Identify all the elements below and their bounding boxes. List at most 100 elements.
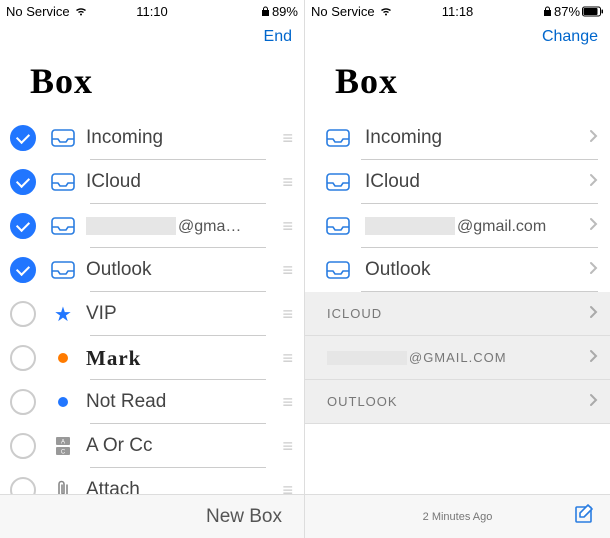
change-button[interactable]: Change xyxy=(542,28,598,46)
carrier-text: No Service xyxy=(6,4,70,19)
chevron-right-icon xyxy=(589,349,598,366)
tray-icon xyxy=(50,261,76,279)
drag-handle-icon[interactable]: ≡ xyxy=(282,128,292,149)
acc-icon: AC xyxy=(50,436,76,456)
mailbox-label: VIP xyxy=(86,303,282,325)
account-section[interactable]: @GMAIL.COM xyxy=(305,336,610,380)
drag-handle-icon[interactable]: ≡ xyxy=(282,304,292,325)
mailbox-row[interactable]: Not Read≡ xyxy=(0,380,304,424)
nav-bar: Change xyxy=(305,22,610,52)
mailbox-list: Incoming≡ICloud≡@gma…≡Outlook≡★VIP≡Mark≡… xyxy=(0,116,304,494)
footer-bar: 2 Minutes Ago xyxy=(305,494,610,538)
drag-handle-icon[interactable]: ≡ xyxy=(282,172,292,193)
tray-icon xyxy=(325,217,351,235)
chevron-right-icon xyxy=(589,129,598,148)
drag-handle-icon[interactable]: ≡ xyxy=(282,436,292,457)
new-box-button[interactable]: New Box xyxy=(0,506,304,528)
battery-icon xyxy=(582,6,604,17)
status-bar: No Service 11:10 89% xyxy=(0,0,304,22)
checkbox[interactable] xyxy=(10,433,36,459)
drag-handle-icon[interactable]: ≡ xyxy=(282,348,292,369)
chevron-right-icon xyxy=(589,305,598,322)
page-title: Box xyxy=(0,52,304,116)
section-label: OUTLOOK xyxy=(327,394,589,409)
mailbox-label: ICloud xyxy=(86,171,282,193)
checkbox[interactable] xyxy=(10,389,36,415)
star-icon: ★ xyxy=(50,302,76,327)
chevron-right-icon xyxy=(589,261,598,280)
carrier-text: No Service xyxy=(311,4,375,19)
mailbox-row[interactable]: ICloud xyxy=(305,160,610,204)
checkbox[interactable] xyxy=(10,169,36,195)
mailbox-label: Attach xyxy=(86,479,282,494)
mailbox-label: Mark xyxy=(86,346,282,371)
mailbox-label: A Or Cc xyxy=(86,435,282,457)
clock: 11:18 xyxy=(409,4,507,19)
battery-percent: 87% xyxy=(554,4,580,19)
mailbox-row[interactable]: Incoming≡ xyxy=(0,116,304,160)
mailbox-label: Incoming xyxy=(86,127,282,149)
checkbox[interactable] xyxy=(10,257,36,283)
clip-icon xyxy=(50,480,76,494)
drag-handle-icon[interactable]: ≡ xyxy=(282,260,292,281)
chevron-right-icon xyxy=(589,173,598,192)
account-section[interactable]: OUTLOOK xyxy=(305,380,610,424)
mailbox-label: Incoming xyxy=(365,127,589,149)
mailbox-row[interactable]: Outlook xyxy=(305,248,610,292)
footer-bar: New Box xyxy=(0,494,304,538)
clock: 11:10 xyxy=(103,4,200,19)
chevron-right-icon xyxy=(589,393,598,410)
drag-handle-icon[interactable]: ≡ xyxy=(282,216,292,237)
tray-icon xyxy=(325,173,351,191)
section-label: @GMAIL.COM xyxy=(327,350,589,366)
svg-text:A: A xyxy=(61,440,65,446)
mailbox-label: Outlook xyxy=(365,259,589,281)
mailbox-label: Outlook xyxy=(86,259,282,281)
lock-icon xyxy=(261,6,270,17)
mailbox-row[interactable]: ★ VIP≡ xyxy=(0,292,304,336)
wifi-icon xyxy=(74,6,88,17)
drag-handle-icon[interactable]: ≡ xyxy=(282,392,292,413)
left-pane: No Service 11:10 89% End Box Incoming≡IC… xyxy=(0,0,305,538)
tray-icon xyxy=(50,217,76,235)
end-button[interactable]: End xyxy=(264,28,292,46)
right-pane: No Service 11:18 87% Change Box Incoming… xyxy=(305,0,610,538)
updated-text: 2 Minutes Ago xyxy=(423,511,493,523)
mailbox-row[interactable]: @gmail.com xyxy=(305,204,610,248)
mailbox-row[interactable]: AC A Or Cc≡ xyxy=(0,424,304,468)
compose-button[interactable] xyxy=(574,503,596,530)
svg-text:C: C xyxy=(61,450,66,456)
mailbox-label: @gmail.com xyxy=(365,215,589,237)
tray-icon xyxy=(50,173,76,191)
mailbox-row[interactable]: Attach≡ xyxy=(0,468,304,494)
mailbox-row[interactable]: Outlook≡ xyxy=(0,248,304,292)
chevron-right-icon xyxy=(589,217,598,236)
lock-icon xyxy=(543,6,552,17)
checkbox[interactable] xyxy=(10,477,36,494)
mailbox-label: @gma… xyxy=(86,215,282,237)
page-title: Box xyxy=(305,52,610,116)
drag-handle-icon[interactable]: ≡ xyxy=(282,480,292,495)
mailbox-list: Incoming ICloud @gmail.com Outlook ICLOUD @GM… xyxy=(305,116,610,494)
checkbox[interactable] xyxy=(10,301,36,327)
checkbox[interactable] xyxy=(10,213,36,239)
dot-orange-icon xyxy=(50,353,76,363)
battery-percent: 89% xyxy=(272,4,298,19)
status-bar: No Service 11:18 87% xyxy=(305,0,610,22)
section-label: ICLOUD xyxy=(327,306,589,321)
dot-blue-icon xyxy=(50,397,76,407)
nav-bar: End xyxy=(0,22,304,52)
checkbox[interactable] xyxy=(10,345,36,371)
account-section[interactable]: ICLOUD xyxy=(305,292,610,336)
mailbox-row[interactable]: @gma…≡ xyxy=(0,204,304,248)
wifi-icon xyxy=(379,6,393,17)
mailbox-row[interactable]: ICloud≡ xyxy=(0,160,304,204)
mailbox-row[interactable]: Mark≡ xyxy=(0,336,304,380)
tray-icon xyxy=(325,261,351,279)
mailbox-label: Not Read xyxy=(86,391,282,413)
tray-icon xyxy=(325,129,351,147)
checkbox[interactable] xyxy=(10,125,36,151)
mailbox-row[interactable]: Incoming xyxy=(305,116,610,160)
tray-icon xyxy=(50,129,76,147)
mailbox-label: ICloud xyxy=(365,171,589,193)
